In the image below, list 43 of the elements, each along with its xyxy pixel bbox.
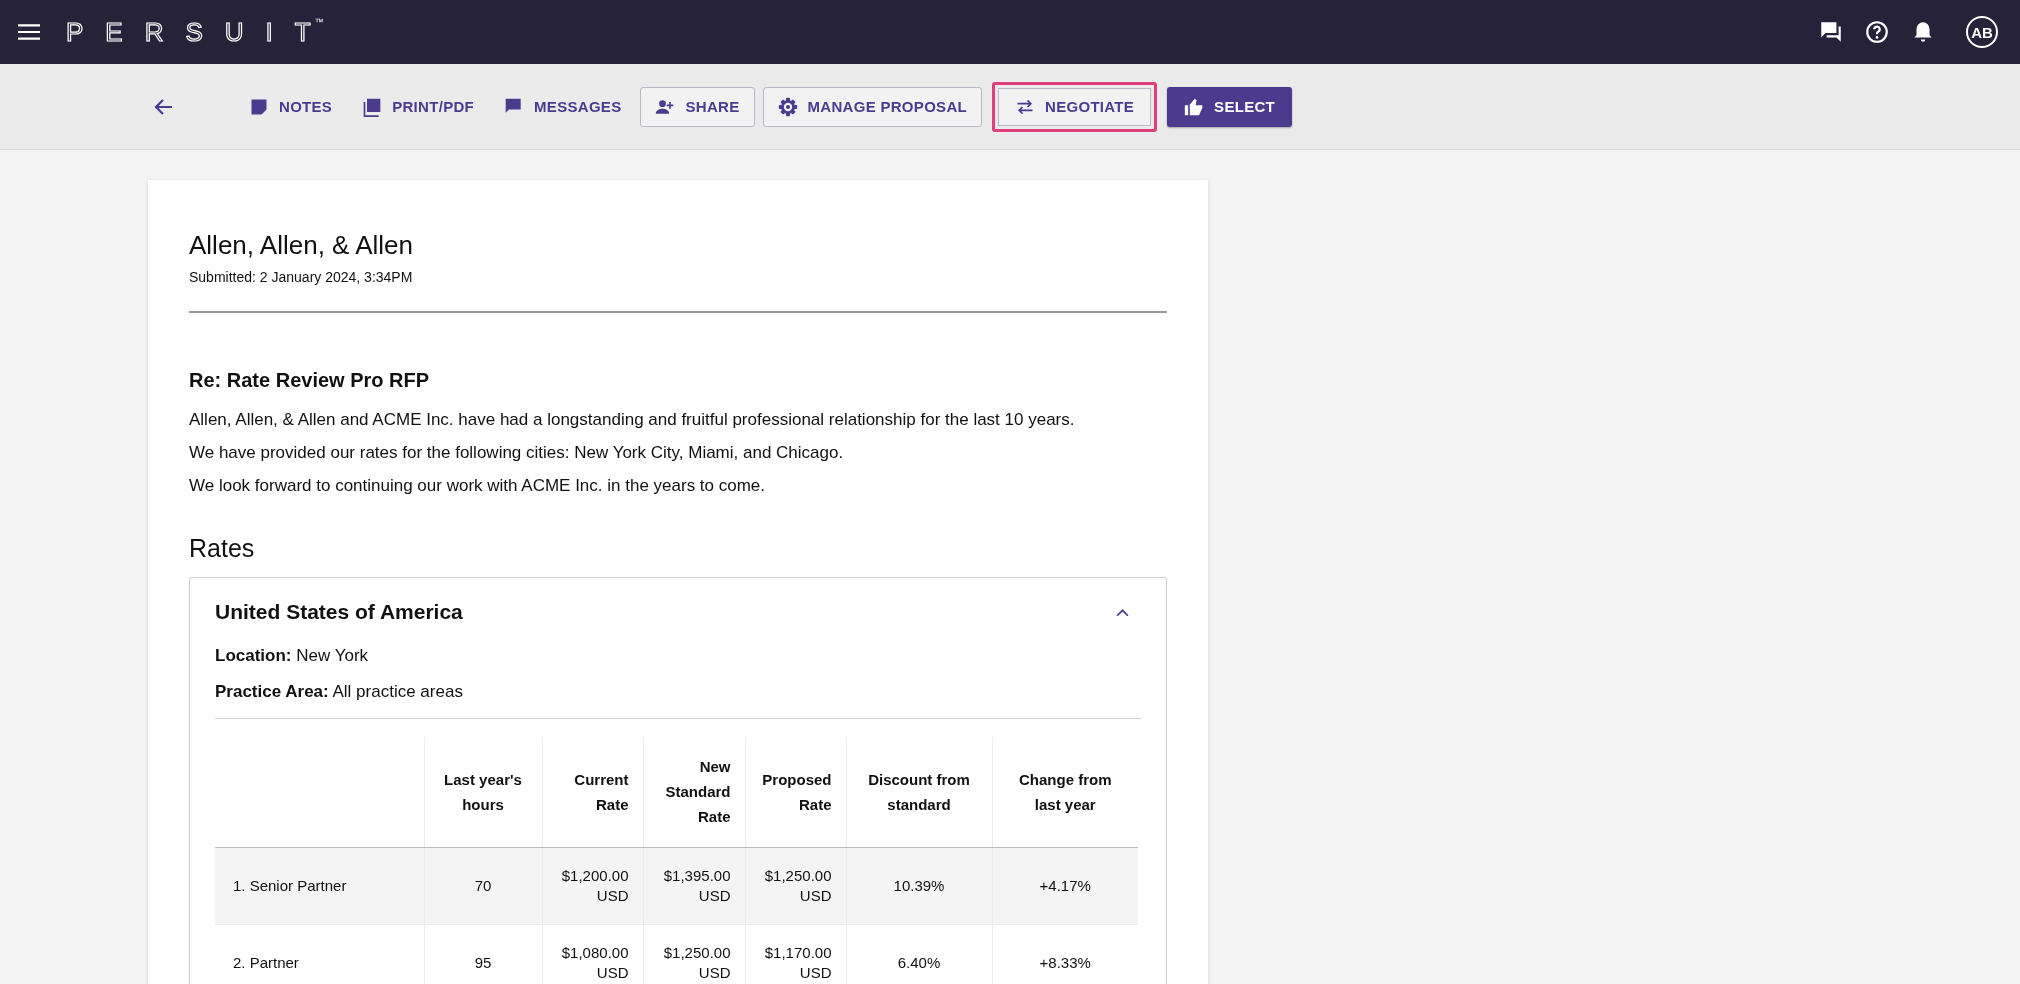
action-button[interactable]: MANAGE PROPOSAL bbox=[762, 86, 982, 127]
column-header: Proposed Rate bbox=[745, 737, 846, 847]
table-cell: +8.33% bbox=[992, 924, 1138, 984]
subject-heading: Re: Rate Review Pro RFP bbox=[189, 369, 431, 392]
table-cell: 2. Partner bbox=[215, 924, 424, 984]
table-cell: $1,250.00 USD bbox=[643, 924, 745, 984]
cover-paragraph: We have provided our rates for the following cities: New York City, Miami, and Chicago. bbox=[189, 443, 845, 463]
region-title: United States of America bbox=[215, 600, 463, 624]
submitted-date: Submitted: 2 January 2024, 3:34PM bbox=[189, 269, 414, 285]
action-button[interactable]: NEGOTIATE bbox=[992, 81, 1158, 132]
detail-line: Practice Area: All practice areas bbox=[215, 682, 464, 702]
column-header: New Standard Rate bbox=[643, 737, 745, 847]
column-header: Change from last year bbox=[992, 737, 1138, 847]
gear-icon bbox=[777, 96, 798, 117]
action-button[interactable]: NOTES bbox=[238, 86, 344, 127]
action-button[interactable]: SELECT bbox=[1167, 86, 1293, 127]
table-cell: +4.17% bbox=[992, 847, 1138, 924]
action-button[interactable]: MESSAGES bbox=[493, 86, 633, 127]
help-icon[interactable] bbox=[1864, 19, 1890, 45]
column-header: Current Rate bbox=[542, 737, 643, 847]
table-cell: 95 bbox=[424, 924, 542, 984]
table-cell: $1,200.00 USD bbox=[542, 847, 643, 924]
column-header: Last year's hours bbox=[424, 737, 542, 847]
table-cell: $1,170.00 USD bbox=[745, 924, 846, 984]
rates-heading: Rates bbox=[189, 534, 256, 563]
table-cell: $1,250.00 USD bbox=[745, 847, 846, 924]
action-button[interactable]: SHARE bbox=[640, 86, 755, 127]
cover-paragraph: Allen, Allen, & Allen and ACME Inc. have had a longstanding and fruitful professional relationship for the last 10 years. bbox=[189, 410, 1076, 430]
thumb-icon bbox=[1184, 96, 1205, 117]
detail-line: Location: New York bbox=[215, 646, 370, 666]
table-cell: $1,395.00 USD bbox=[643, 847, 745, 924]
column-header: Discount from standard bbox=[846, 737, 992, 847]
user-avatar[interactable]: AB bbox=[1966, 16, 1998, 48]
action-button[interactable]: PRINT/PDF bbox=[351, 86, 486, 127]
table-cell: 1. Senior Partner bbox=[215, 847, 424, 924]
menu-icon[interactable] bbox=[18, 24, 40, 40]
table-cell: 6.40% bbox=[846, 924, 992, 984]
firm-name: Allen, Allen, & Allen bbox=[189, 230, 415, 261]
table-cell: 70 bbox=[424, 847, 542, 924]
chevron-icon[interactable] bbox=[1116, 607, 1129, 617]
cover-paragraph: We look forward to continuing our work with ACME Inc. in the years to come. bbox=[189, 476, 767, 496]
table-cell: $1,080.00 USD bbox=[542, 924, 643, 984]
table-cell: 10.39% bbox=[846, 847, 992, 924]
